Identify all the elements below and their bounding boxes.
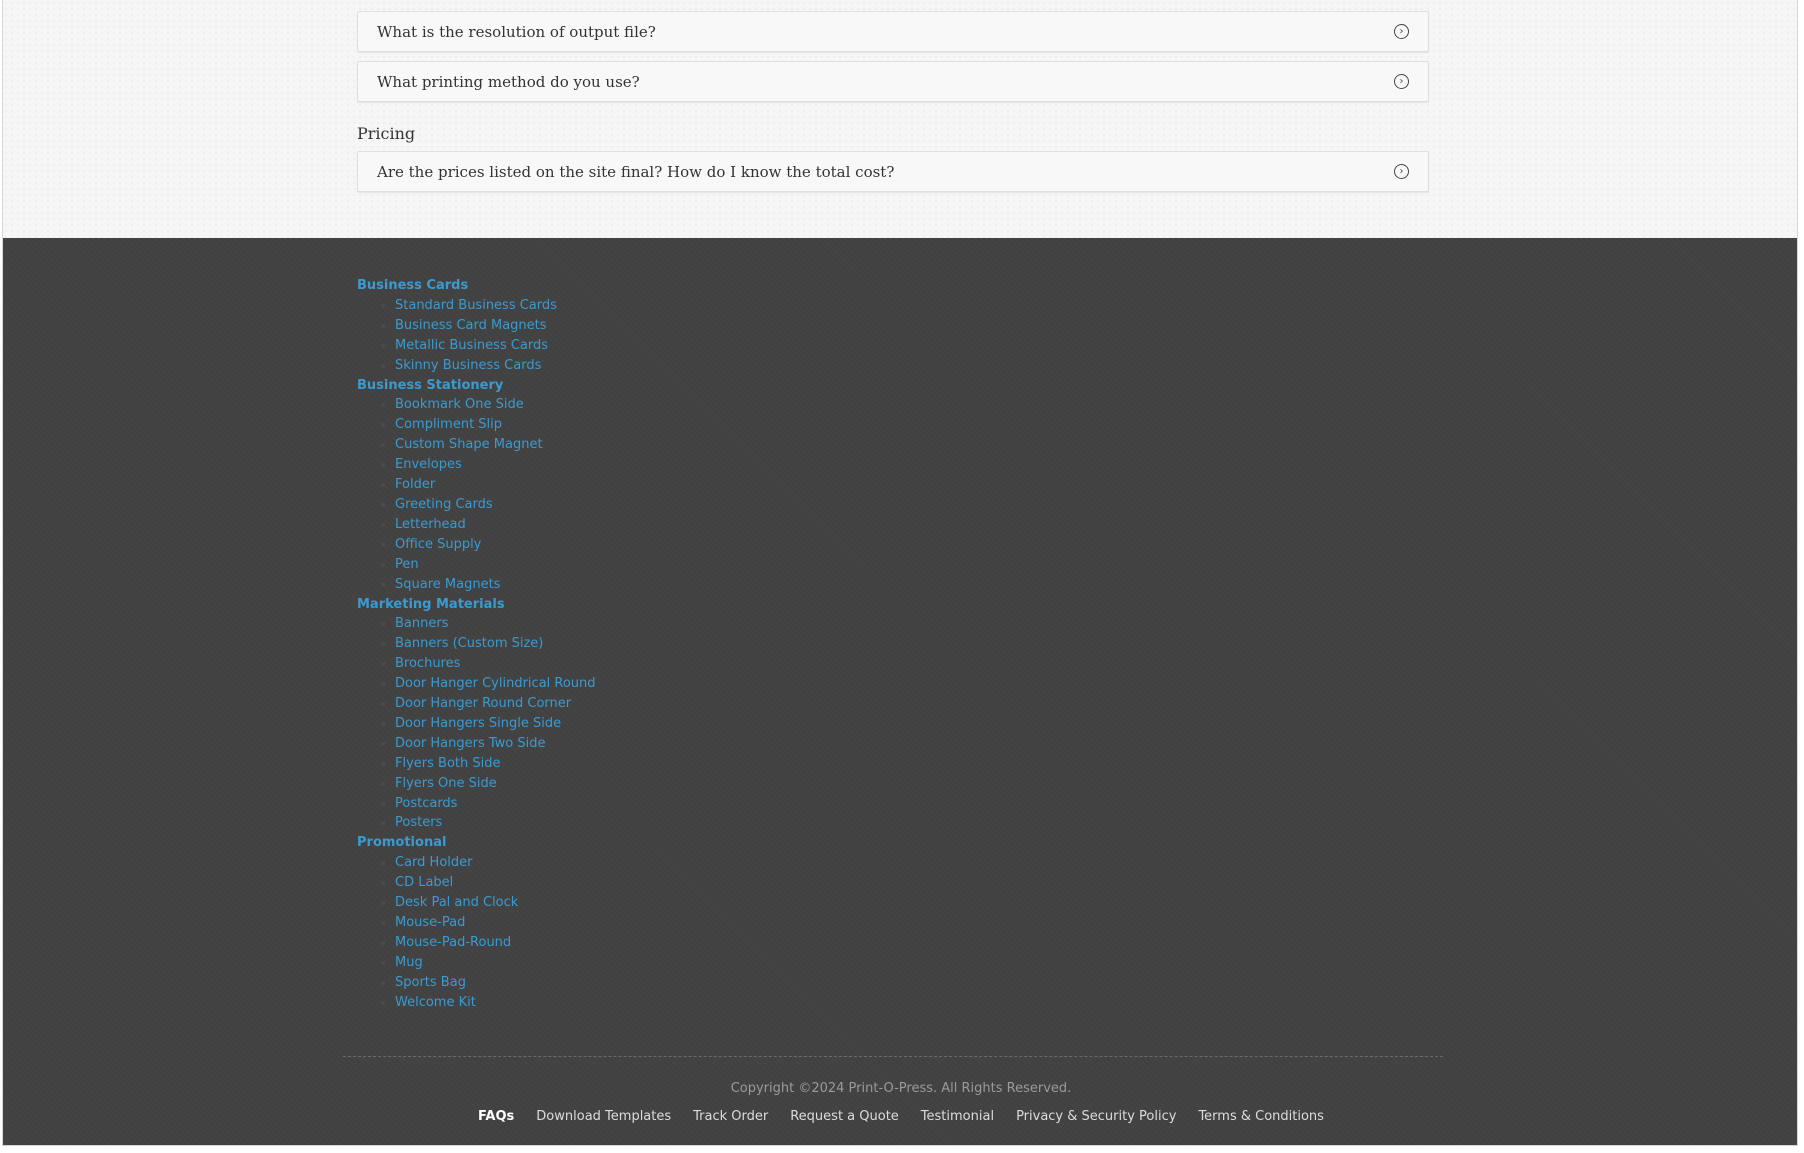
list-item: Compliment Slip (357, 415, 596, 435)
footer-sublist: Banners Banners (Custom Size) Brochures … (357, 614, 596, 833)
list-item: Pen (357, 555, 596, 575)
list-item: Mouse-Pad (357, 913, 596, 933)
footer-nav-download-templates[interactable]: Download Templates (536, 1109, 671, 1124)
list-item: Custom Shape Magnet (357, 435, 596, 455)
list-item: Folder (357, 475, 596, 495)
list-item: Office Supply (357, 535, 596, 555)
footer-divider (343, 1056, 1443, 1057)
list-item: Square Magnets (357, 575, 596, 595)
page-frame: What is the resolution of output file? ›… (2, 0, 1798, 1146)
list-item: Door Hangers Two Side (357, 734, 596, 754)
footer-category-promotional[interactable]: Promotional (357, 833, 596, 853)
list-item: Welcome Kit (357, 993, 596, 1013)
footer-link[interactable]: Flyers Both Side (395, 756, 501, 771)
footer-link[interactable]: Business Card Magnets (395, 318, 547, 333)
footer-nav-request-quote[interactable]: Request a Quote (790, 1109, 899, 1124)
faq-question: What is the resolution of output file? (377, 22, 656, 41)
list-item: Posters (357, 813, 596, 833)
list-item: Door Hangers Single Side (357, 714, 596, 734)
list-item: Greeting Cards (357, 495, 596, 515)
footer-sublist: Card Holder CD Label Desk Pal and Clock … (357, 853, 596, 1012)
footer-nav-testimonial[interactable]: Testimonial (921, 1109, 994, 1124)
list-item: Metallic Business Cards (357, 336, 596, 356)
faq-section: What is the resolution of output file? ›… (3, 0, 1797, 238)
footer-link[interactable]: Door Hanger Round Corner (395, 696, 571, 711)
list-item: Banners (Custom Size) (357, 634, 596, 654)
footer-link[interactable]: Welcome Kit (395, 995, 476, 1010)
list-item: Mouse-Pad-Round (357, 933, 596, 953)
footer-link[interactable]: Pen (395, 557, 419, 572)
footer-link[interactable]: Brochures (395, 656, 460, 671)
footer-category-list: Business Cards Standard Business Cards B… (357, 276, 596, 1013)
footer-nav-track-order[interactable]: Track Order (693, 1109, 768, 1124)
footer-link[interactable]: Compliment Slip (395, 417, 502, 432)
footer-sublist: Standard Business Cards Business Card Ma… (357, 296, 596, 376)
list-item: Card Holder (357, 853, 596, 873)
footer-link[interactable]: Desk Pal and Clock (395, 895, 518, 910)
list-item: Brochures (357, 654, 596, 674)
footer-link[interactable]: Mug (395, 955, 423, 970)
list-item: Flyers One Side (357, 774, 596, 794)
footer-link[interactable]: Office Supply (395, 537, 481, 552)
list-item: Flyers Both Side (357, 754, 596, 774)
list-item: Door Hanger Cylindrical Round (357, 674, 596, 694)
footer-link[interactable]: Banners (Custom Size) (395, 636, 543, 651)
footer-link[interactable]: Card Holder (395, 855, 472, 870)
list-item: Sports Bag (357, 973, 596, 993)
faq-category-heading: Pricing (357, 124, 416, 143)
footer-link[interactable]: Skinny Business Cards (395, 358, 541, 373)
footer-link[interactable]: Door Hanger Cylindrical Round (395, 676, 596, 691)
footer-category-business-cards[interactable]: Business Cards (357, 276, 596, 296)
list-item: Banners (357, 614, 596, 634)
footer-link[interactable]: Square Magnets (395, 577, 500, 592)
list-item: Door Hanger Round Corner (357, 694, 596, 714)
chevron-circle-right-icon: › (1394, 24, 1409, 39)
footer-nav-terms[interactable]: Terms & Conditions (1198, 1109, 1324, 1124)
footer-link[interactable]: Metallic Business Cards (395, 338, 548, 353)
site-footer: Business Cards Standard Business Cards B… (3, 238, 1797, 1145)
footer-sublist: Bookmark One Side Compliment Slip Custom… (357, 395, 596, 594)
footer-link[interactable]: Custom Shape Magnet (395, 437, 543, 452)
footer-link[interactable]: Letterhead (395, 517, 466, 532)
footer-category-marketing-materials[interactable]: Marketing Materials (357, 595, 596, 615)
footer-link[interactable]: Door Hangers Single Side (395, 716, 561, 731)
list-item: Business Card Magnets (357, 316, 596, 336)
list-item: Envelopes (357, 455, 596, 475)
footer-link[interactable]: Flyers One Side (395, 776, 497, 791)
list-item: Desk Pal and Clock (357, 893, 596, 913)
footer-category-business-stationery[interactable]: Business Stationery (357, 376, 596, 396)
list-item: Bookmark One Side (357, 395, 596, 415)
list-item: Skinny Business Cards (357, 356, 596, 376)
list-item: Standard Business Cards (357, 296, 596, 316)
footer-link[interactable]: Bookmark One Side (395, 397, 524, 412)
chevron-circle-right-icon: › (1394, 74, 1409, 89)
list-item: Postcards (357, 794, 596, 814)
list-item: Mug (357, 953, 596, 973)
footer-link[interactable]: Standard Business Cards (395, 298, 557, 313)
copyright-text: Copyright ©2024 Print-O-Press. All Right… (730, 1081, 1072, 1096)
footer-link[interactable]: Envelopes (395, 457, 462, 472)
footer-nav-privacy-policy[interactable]: Privacy & Security Policy (1016, 1109, 1176, 1124)
chevron-circle-right-icon: › (1394, 164, 1409, 179)
footer-link[interactable]: Posters (395, 815, 442, 830)
footer-link[interactable]: Mouse-Pad-Round (395, 935, 511, 950)
footer-link[interactable]: Mouse-Pad (395, 915, 465, 930)
faq-question: Are the prices listed on the site final?… (377, 162, 895, 181)
faq-item-printing-method[interactable]: What printing method do you use? › (357, 61, 1429, 102)
footer-link[interactable]: Folder (395, 477, 435, 492)
footer-nav-faqs[interactable]: FAQs (478, 1109, 514, 1124)
faq-item-resolution[interactable]: What is the resolution of output file? › (357, 11, 1429, 52)
footer-link[interactable]: Greeting Cards (395, 497, 493, 512)
list-item: CD Label (357, 873, 596, 893)
footer-link[interactable]: CD Label (395, 875, 453, 890)
footer-link[interactable]: Banners (395, 616, 448, 631)
faq-item-prices[interactable]: Are the prices listed on the site final?… (357, 151, 1429, 192)
footer-link[interactable]: Postcards (395, 796, 457, 811)
footer-link[interactable]: Sports Bag (395, 975, 466, 990)
faq-question: What printing method do you use? (377, 72, 640, 91)
footer-bottom-nav: FAQs Download Templates Track Order Requ… (3, 1109, 1797, 1124)
list-item: Letterhead (357, 515, 596, 535)
footer-link[interactable]: Door Hangers Two Side (395, 736, 546, 751)
